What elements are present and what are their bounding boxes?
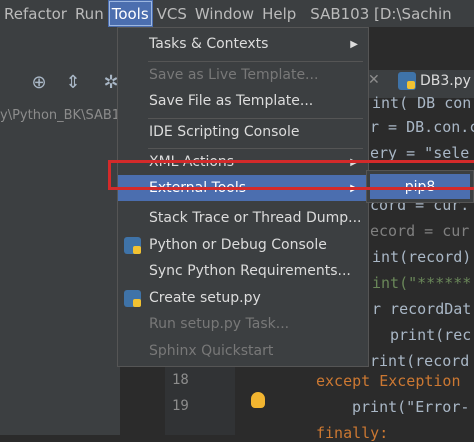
menu-item-label: Save as Live Template... — [149, 67, 319, 83]
menu-item-label: IDE Scripting Console — [149, 124, 300, 140]
tools-menu: Tasks & Contexts ▶ Save as Live Template… — [117, 27, 369, 367]
code-line: int( DB con — [372, 94, 472, 112]
menu-item-tasks-contexts[interactable]: Tasks & Contexts ▶ — [118, 31, 368, 57]
code-line: r recordDat — [372, 300, 472, 318]
code-line: print("Error- — [352, 398, 470, 416]
python-icon — [124, 236, 141, 254]
menu-item-stack-trace[interactable]: Stack Trace or Thread Dump... — [118, 205, 368, 231]
menu-item-label: XML Actions — [149, 154, 235, 170]
menu-item-save-file-template[interactable]: Save File as Template... — [118, 88, 368, 114]
tool-window-header — [0, 27, 120, 67]
menu-item-label: Sync Python Requirements... — [149, 263, 351, 279]
menu-item-label: Run setup.py Task... — [149, 316, 290, 332]
menu-item-ide-scripting-console[interactable]: IDE Scripting Console — [118, 119, 368, 145]
menu-item-label: External Tools — [149, 180, 247, 196]
submenu-arrow-icon: ▶ — [350, 38, 358, 50]
menu-item-label: Tasks & Contexts — [149, 36, 269, 52]
submenu-arrow-icon: ▶ — [350, 156, 358, 168]
python-file-icon — [398, 72, 416, 90]
menu-item-sphinx-quickstart[interactable]: Sphinx Quickstart — [118, 338, 368, 364]
close-icon[interactable]: ✕ — [368, 72, 380, 88]
code-line: r = DB.con.c — [370, 118, 474, 136]
lightbulb-icon[interactable] — [251, 392, 265, 408]
menu-bar: Refactor Run Tools VCS Window Help SAB10… — [0, 0, 474, 27]
menu-item-external-tools[interactable]: External Tools ▶ — [118, 175, 368, 201]
menu-item-python-console[interactable]: Python or Debug Console — [118, 232, 368, 258]
tab-db3[interactable]: DB3.py — [398, 72, 471, 90]
menu-item-save-live-template[interactable]: Save as Live Template... — [118, 62, 368, 88]
line-number: 19 — [172, 398, 189, 414]
target-icon[interactable]: ⊕ — [28, 71, 50, 93]
menu-item-label: Python or Debug Console — [149, 237, 327, 253]
code-line: print(rec — [390, 326, 472, 344]
menu-item-sync-requirements[interactable]: Sync Python Requirements... — [118, 258, 368, 284]
menu-item-run-setup[interactable]: Run setup.py Task... — [118, 311, 368, 337]
code-line: ery = "sele — [370, 144, 470, 162]
submenu-arrow-icon: ▶ — [350, 182, 358, 194]
submenu-item-pip8[interactable]: pip8 — [370, 174, 470, 199]
menu-vcs[interactable]: VCS — [153, 0, 191, 27]
code-line: except Exception — [316, 372, 461, 390]
line-number: 18 — [172, 372, 189, 388]
menu-help[interactable]: Help — [258, 0, 300, 27]
breadcrumb: y\Python_BK\SAB1 — [0, 108, 121, 123]
menu-item-label: Sphinx Quickstart — [149, 343, 274, 359]
menu-item-label: Stack Trace or Thread Dump... — [149, 210, 362, 226]
collapse-icon[interactable]: ⇕ — [62, 71, 84, 93]
menu-item-xml-actions[interactable]: XML Actions ▶ — [118, 149, 368, 175]
code-line: int(record) — [372, 248, 472, 266]
project-title: SAB103 [D:\Sachin — [310, 4, 452, 23]
menu-tools[interactable]: Tools — [107, 0, 153, 27]
code-line: ecord = cur — [370, 222, 470, 240]
python-icon — [124, 289, 141, 307]
code-line: finally: — [316, 424, 389, 442]
code-line: rint(record — [370, 352, 470, 370]
menu-refactor[interactable]: Refactor — [0, 0, 71, 27]
menu-window[interactable]: Window — [191, 0, 258, 27]
menu-item-label: Create setup.py — [149, 290, 261, 306]
menu-item-label: Save File as Template... — [149, 93, 314, 109]
menu-item-create-setup[interactable]: Create setup.py — [118, 285, 368, 311]
menu-run[interactable]: Run — [71, 0, 108, 27]
external-tools-submenu: pip8 — [366, 170, 474, 203]
code-line: int("****** — [372, 274, 472, 292]
tab-label: DB3.py — [420, 73, 471, 89]
